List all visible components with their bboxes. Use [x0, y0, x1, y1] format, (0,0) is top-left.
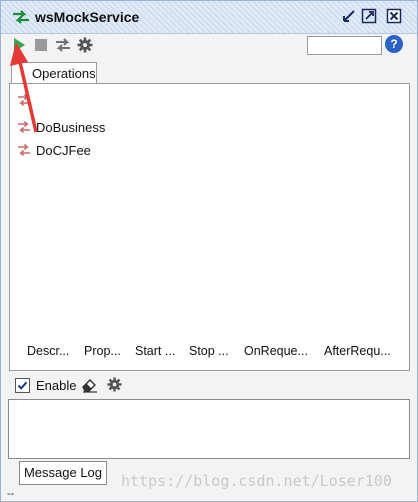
list-item[interactable]: DoBusiness	[17, 118, 137, 138]
search-input[interactable]	[307, 36, 382, 55]
gear-icon[interactable]	[77, 37, 93, 53]
list-item[interactable]: DoCJFee	[17, 141, 137, 161]
operation-icon	[18, 120, 30, 134]
enable-label: Enable	[36, 378, 77, 393]
mock-service-window: wsMockService ? Operations DoBusiness Do…	[0, 0, 418, 502]
enable-checkbox[interactable]	[15, 378, 30, 393]
gear-icon[interactable]	[107, 377, 122, 392]
stop-icon[interactable]	[33, 37, 49, 53]
tab-operations[interactable]: Operations	[11, 62, 97, 84]
watermark: https://blog.csdn.net/Loser100	[121, 472, 392, 490]
column-header-start-script[interactable]: Start ...	[135, 344, 175, 358]
column-header-properties[interactable]: Prop...	[84, 344, 121, 358]
start-icon[interactable]	[11, 37, 27, 53]
status-text: --	[7, 488, 15, 500]
message-log-tab[interactable]: Message Log	[19, 461, 107, 485]
message-log-area[interactable]	[8, 399, 410, 459]
transfer-icon[interactable]	[55, 37, 71, 53]
column-header-on-request[interactable]: OnReque...	[244, 344, 308, 358]
close-icon[interactable]	[386, 8, 402, 24]
minimize-icon[interactable]	[341, 8, 357, 24]
operations-panel: DoBusiness DoCJFee Descr... Prop... Star…	[9, 83, 410, 371]
help-icon[interactable]: ?	[385, 35, 403, 53]
column-header-stop-script[interactable]: Stop ...	[189, 344, 229, 358]
mock-service-icon	[13, 10, 29, 24]
window-title: wsMockService	[35, 9, 140, 25]
operation-label: DoCJFee	[36, 143, 91, 158]
checkmark-icon	[17, 381, 28, 390]
title-bar: wsMockService	[1, 1, 417, 34]
maximize-icon[interactable]	[361, 8, 377, 24]
enable-row: Enable	[15, 377, 125, 397]
eraser-icon[interactable]	[81, 377, 98, 393]
column-header-description[interactable]: Descr...	[27, 344, 69, 358]
column-header-after-request[interactable]: AfterRequ...	[324, 344, 391, 358]
mock-service-node-icon	[18, 93, 30, 107]
operations-list: DoBusiness DoCJFee	[12, 88, 407, 328]
operation-icon	[18, 143, 30, 157]
operation-label: DoBusiness	[36, 120, 106, 135]
tab-label: Operations	[32, 66, 96, 81]
